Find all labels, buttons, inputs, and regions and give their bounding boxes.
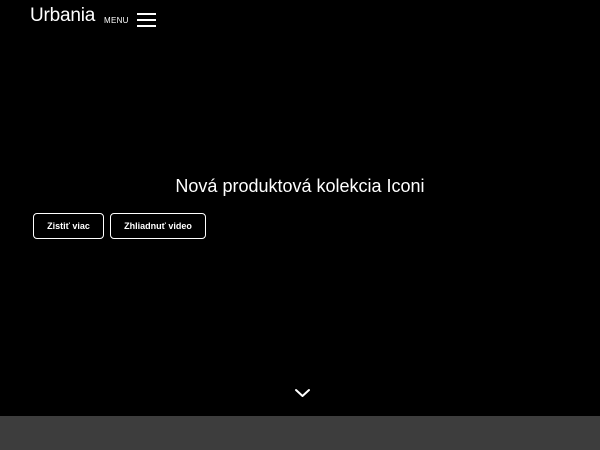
watch-video-button[interactable]: Zhliadnuť video	[110, 213, 206, 239]
logo[interactable]: Urbania	[30, 4, 95, 28]
hero-headline: Nová produktová kolekcia Iconi	[175, 176, 425, 196]
hero-section: Urbania MENU Nová produktová kolekcia Ic…	[0, 0, 600, 416]
learn-more-button[interactable]: Zistiť viac	[33, 213, 104, 239]
next-section-strip	[0, 416, 600, 450]
menu-label: MENU	[104, 15, 129, 25]
chevron-down-icon[interactable]	[294, 386, 311, 400]
menu-button[interactable]: MENU	[104, 10, 156, 30]
page: Urbania MENU Nová produktová kolekcia Ic…	[0, 0, 600, 450]
hamburger-icon	[136, 13, 156, 27]
